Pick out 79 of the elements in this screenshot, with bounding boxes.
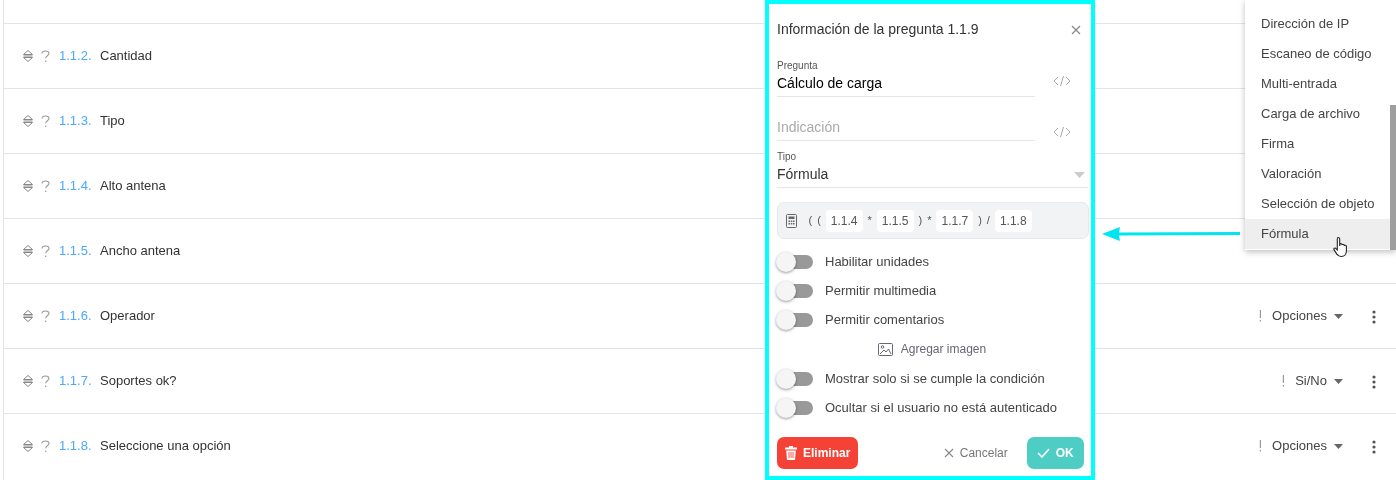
- question-title: Seleccione una opción: [100, 437, 231, 456]
- select-value: Fórmula: [777, 165, 829, 184]
- more-icon[interactable]: [1372, 439, 1376, 454]
- question-title: Tipo: [100, 112, 125, 131]
- question-number: 1.1.7.: [59, 372, 93, 391]
- toggle-switch[interactable]: [779, 283, 813, 298]
- question-number: 1.1.4.: [59, 177, 93, 196]
- formula-operator: *: [927, 213, 932, 229]
- add-image-button[interactable]: Agregar imagen: [871, 334, 993, 364]
- toggle-switch[interactable]: [779, 371, 813, 386]
- caret-icon: [1073, 171, 1085, 178]
- menu-item[interactable]: Fórmula: [1245, 219, 1390, 249]
- menu-item[interactable]: Escaneo de código: [1245, 39, 1390, 69]
- menu-item[interactable]: Firma: [1245, 129, 1390, 159]
- caret-icon: [1333, 314, 1343, 320]
- toggle-switch[interactable]: [779, 254, 813, 269]
- cancel-button[interactable]: Cancelar: [937, 442, 1014, 463]
- required-icon: [1259, 440, 1263, 452]
- formula-operator: *: [867, 213, 872, 229]
- question-title: Alto antena: [100, 177, 166, 196]
- toggle-label: Permitir comentarios: [825, 310, 945, 329]
- menu-item[interactable]: Valoración: [1245, 159, 1390, 189]
- scrollbar-thumb[interactable]: [1390, 105, 1396, 250]
- more-icon[interactable]: [1372, 374, 1376, 389]
- question-title: Cantidad: [100, 47, 153, 66]
- toggle-switch[interactable]: [779, 400, 813, 415]
- reorder-icon[interactable]: [23, 50, 33, 62]
- trash-icon: [785, 445, 797, 460]
- image-icon: [877, 342, 893, 356]
- caret-icon: [1333, 379, 1343, 385]
- reorder-icon[interactable]: [23, 245, 33, 257]
- question-number: 1.1.2.: [59, 47, 93, 66]
- formula-reference: 1.1.4: [825, 209, 863, 232]
- formula-reference: 1.1.7: [936, 209, 974, 232]
- check-icon: [1036, 447, 1050, 458]
- formula-reference: 1.1.5: [876, 209, 914, 232]
- caret-icon: [1333, 444, 1343, 450]
- toggle-switch[interactable]: [779, 312, 813, 327]
- formula-operator: (: [817, 213, 821, 229]
- toggle-label: Mostrar solo si se cumple la condición: [825, 369, 1045, 388]
- question-number: 1.1.6.: [59, 307, 93, 326]
- menu-item[interactable]: Dirección de IP: [1245, 9, 1390, 39]
- type-selector[interactable]: Opciones: [1272, 436, 1343, 456]
- question-title: Soportes ok?: [100, 372, 177, 391]
- reorder-icon[interactable]: [23, 180, 33, 192]
- question-title: Ancho antena: [100, 242, 181, 261]
- type-selector[interactable]: Opciones: [1272, 306, 1343, 326]
- toggle-label: Habilitar unidades: [825, 252, 930, 271]
- question-number: 1.1.5.: [59, 242, 93, 261]
- required-icon: [1259, 310, 1263, 322]
- field-label: Tipo: [777, 150, 798, 164]
- reorder-icon[interactable]: [23, 440, 33, 452]
- more-icon[interactable]: [1372, 309, 1376, 324]
- formula-operator: /: [986, 213, 990, 229]
- question-number: 1.1.3.: [59, 112, 93, 131]
- formula-operator: (: [808, 213, 813, 229]
- formula-box[interactable]: ( ( 1.1.4 * 1.1.5 ) * 1.1.7 ) / 1.1.8: [777, 202, 1089, 239]
- close-icon: [943, 447, 954, 458]
- toggle-label: Ocultar si el usuario no está autenticado: [825, 398, 1057, 417]
- question-title: Operador: [100, 307, 155, 326]
- text-field[interactable]: Indicación: [777, 117, 1035, 141]
- field-label: Pregunta: [777, 59, 819, 73]
- reorder-icon[interactable]: [23, 375, 33, 387]
- text-field[interactable]: Cálculo de carga: [777, 73, 1035, 97]
- formula-reference: 1.1.8: [994, 209, 1032, 232]
- delete-button[interactable]: Eliminar: [777, 436, 859, 469]
- formula-operator: ): [978, 213, 982, 229]
- menu-item[interactable]: Multi-entrada: [1245, 69, 1390, 99]
- menu-item[interactable]: Selección de objeto: [1245, 189, 1390, 219]
- reorder-icon[interactable]: [23, 115, 33, 127]
- select-field[interactable]: Tipo Fórmula: [777, 149, 1088, 188]
- menu-item[interactable]: Carga de archivo: [1245, 99, 1390, 129]
- dialog-title: Información de la pregunta 1.1.9: [777, 20, 979, 39]
- reorder-icon[interactable]: [23, 310, 33, 322]
- formula-operator: ): [918, 213, 923, 229]
- question-number: 1.1.8.: [59, 437, 93, 456]
- type-selector[interactable]: Si/No: [1295, 371, 1343, 391]
- required-icon: [1282, 375, 1286, 387]
- toggle-label: Permitir multimedia: [825, 281, 937, 300]
